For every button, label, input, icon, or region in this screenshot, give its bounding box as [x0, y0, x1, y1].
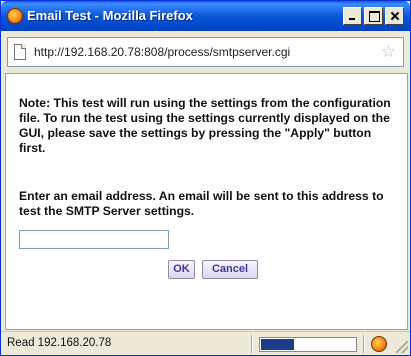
- status-bar: Read 192.168.20.78: [1, 331, 410, 355]
- cancel-button[interactable]: Cancel: [202, 260, 258, 279]
- maximize-button[interactable]: [364, 7, 383, 25]
- progress-bar: [259, 337, 357, 352]
- progress-fill: [261, 339, 294, 350]
- page-content: Note: This test will run using the setti…: [5, 73, 408, 330]
- resize-grip-icon[interactable]: [396, 341, 408, 353]
- window-controls: [343, 7, 404, 25]
- close-button[interactable]: [385, 7, 404, 25]
- window-title: Email Test - Mozilla Firefox: [27, 8, 193, 23]
- page-icon: [14, 44, 26, 60]
- title-bar[interactable]: Email Test - Mozilla Firefox: [1, 1, 410, 31]
- minimize-button[interactable]: [343, 7, 362, 25]
- email-prompt: Enter an email address. An email will be…: [19, 189, 384, 218]
- address-bar[interactable]: http://192.168.20.78:808/process/smtpser…: [7, 37, 404, 67]
- firefox-icon[interactable]: [371, 336, 387, 352]
- ok-button[interactable]: OK: [168, 260, 195, 279]
- browser-window: Email Test - Mozilla Firefox http://192.…: [0, 0, 411, 356]
- status-divider: [251, 335, 252, 353]
- note-text: Note: This test will run using the setti…: [19, 96, 391, 155]
- status-divider: [363, 335, 364, 353]
- email-input[interactable]: [19, 230, 169, 249]
- status-text: Read 192.168.20.78: [7, 337, 112, 349]
- firefox-icon: [7, 8, 23, 24]
- url-text[interactable]: http://192.168.20.78:808/process/smtpser…: [34, 45, 290, 59]
- star-icon[interactable]: ☆: [381, 42, 396, 62]
